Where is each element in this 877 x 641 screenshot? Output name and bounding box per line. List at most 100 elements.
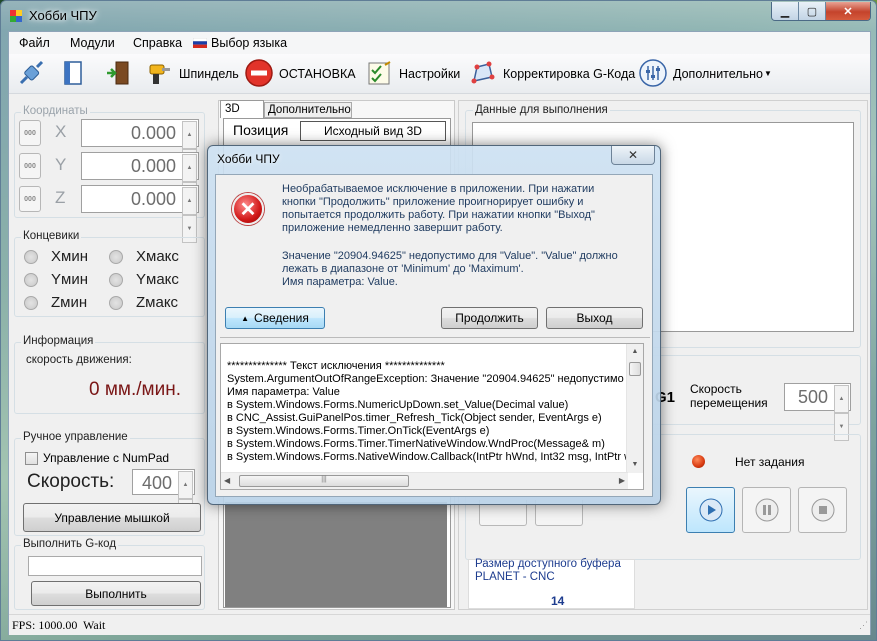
details-line: в System.Windows.Forms.Timer.TimerNative… [227, 438, 605, 450]
status-bar: FPS: 1000.00 Wait ⋰ [9, 614, 870, 635]
continue-button[interactable]: Продолжить [441, 307, 538, 329]
manual-speed-label: Скорость: [27, 471, 115, 492]
manual-control-title: Ручное управление [21, 431, 130, 443]
gcode-command-input[interactable] [28, 556, 202, 576]
more-label[interactable]: Дополнительно [673, 67, 763, 81]
manual-speed-value: 400 [141, 473, 172, 493]
spin-up-icon[interactable]: ▲ [182, 154, 197, 182]
limit-ymax-indicator [109, 273, 123, 287]
open-file-icon[interactable] [57, 57, 89, 89]
settings-label[interactable]: Настройки [399, 67, 460, 81]
stop-square-icon [811, 498, 834, 522]
scroll-right-icon[interactable]: ▶ [619, 476, 625, 485]
stop-task-button[interactable] [798, 487, 847, 533]
speed-caption: скорость движения: [26, 354, 132, 366]
stop-label[interactable]: ОСТАНОВКА [279, 67, 356, 81]
fps-label: FPS: 1000.00 [12, 618, 78, 632]
pause-button[interactable] [742, 487, 791, 533]
position-label: Позиция [233, 122, 289, 138]
exception-details-textbox[interactable]: ************** Текст исключения ********… [220, 343, 644, 490]
message-line: приложение немедленно завершит работу. [282, 222, 503, 234]
y-spinner[interactable]: ▲▼ [182, 154, 197, 210]
chevron-down-icon[interactable]: ▼ [764, 69, 772, 78]
play-icon [699, 498, 722, 522]
move-speed-field[interactable]: 500 ▲ ▼ [784, 383, 851, 441]
limit-xmin-indicator [24, 250, 38, 264]
vertical-scrollbar[interactable]: ▲ ▼ [626, 344, 643, 473]
dialog-close-icon[interactable]: ✕ [611, 146, 655, 165]
window-title: Хобби ЧПУ [29, 8, 97, 23]
details-line: System.ArgumentOutOfRangeException: Знач… [227, 373, 634, 385]
menu-help[interactable]: Справка [133, 36, 182, 50]
buffer-value: 14 [551, 594, 565, 608]
execute-button[interactable]: Выполнить [31, 581, 201, 606]
x-coordinate-value: 0.000 [130, 123, 176, 143]
z-coordinate-value: 0.000 [130, 189, 176, 209]
mouse-control-button[interactable]: Управление мышкой [23, 503, 201, 532]
buffer-title: Размер доступного буфера [475, 558, 621, 570]
horizontal-scroll-thumb[interactable]: ||| [239, 475, 409, 487]
manual-speed-spinner[interactable]: ▲▼ [178, 471, 193, 527]
play-button[interactable] [686, 487, 735, 533]
z-coordinate-field[interactable]: 0.000 ▲ ▼ [81, 185, 199, 243]
coordinates-title: Координаты [21, 105, 90, 117]
spin-up-icon[interactable]: ▲ [182, 187, 197, 215]
more-equalizer-icon[interactable] [637, 57, 669, 89]
toolbar: Шпиндель ОСТАНОВКА Настройки Корректиров… [9, 54, 870, 94]
manual-speed-field[interactable]: 400 ▲▼ [132, 469, 195, 527]
minimize-icon[interactable]: ▁ [772, 2, 799, 20]
exit-button[interactable]: Выход [546, 307, 643, 329]
limit-zmin-label: Zмин [51, 294, 88, 311]
zero-y-button[interactable]: 000 [19, 153, 41, 179]
spin-up-icon[interactable]: ▲ [834, 385, 849, 413]
horizontal-scrollbar[interactable]: ◀ ||| ▶ [221, 472, 628, 489]
exception-dialog: Хобби ЧПУ ✕ ✕ Необрабатываемое исключени… [207, 145, 661, 505]
resize-grip-icon[interactable]: ⋰ [859, 620, 868, 631]
dialog-title: Хобби ЧПУ [217, 152, 280, 166]
spin-up-icon[interactable]: ▲ [182, 121, 197, 149]
stop-icon[interactable] [243, 57, 275, 89]
y-coordinate-field[interactable]: 0.000 ▲▼ [81, 152, 199, 210]
scroll-down-icon[interactable]: ▼ [627, 457, 643, 473]
x-spinner[interactable]: ▲▼ [182, 121, 197, 177]
move-speed-caption: Скорость перемещения [690, 382, 768, 410]
message-line: Значение "20904.94625" недопустимо для "… [282, 250, 618, 262]
zero-x-button[interactable]: 000 [19, 120, 41, 146]
x-coordinate-field[interactable]: 0.000 ▲▼ [81, 119, 199, 177]
menu-modules[interactable]: Модули [70, 36, 115, 50]
details-button[interactable]: ▲ Сведения [225, 307, 325, 329]
zero-z-button[interactable]: 000 [19, 186, 41, 212]
move-speed-spinner[interactable]: ▲ ▼ [834, 385, 849, 441]
scroll-left-icon[interactable]: ◀ [224, 476, 230, 485]
info-title: Информация [21, 335, 96, 347]
task-status-led [692, 455, 705, 468]
gcode-correction-icon[interactable] [467, 57, 499, 89]
numpad-checkbox[interactable] [25, 452, 38, 465]
spin-up-icon[interactable]: ▲ [178, 471, 193, 499]
title-bar[interactable]: Хобби ЧПУ ▁ ▢ ✕ [1, 1, 876, 31]
gcode-correction-label[interactable]: Корректировка G-Кода [503, 67, 635, 81]
spindle-drill-icon[interactable] [145, 57, 177, 89]
state-label: Wait [83, 618, 106, 632]
tab-additional[interactable]: Дополнительно [264, 102, 352, 118]
3d-canvas[interactable] [225, 502, 447, 607]
exit-door-icon[interactable] [102, 57, 134, 89]
menu-language[interactable]: Выбор языка [211, 36, 287, 50]
menu-file[interactable]: Файл [19, 36, 50, 50]
spindle-label[interactable]: Шпиндель [179, 67, 239, 81]
scroll-up-icon[interactable]: ▲ [627, 344, 643, 360]
details-line: в CNC_Assist.GuiPanelPos.timer_Refresh_T… [227, 412, 602, 424]
y-coordinate-value: 0.000 [130, 156, 176, 176]
z-spinner[interactable]: ▲ ▼ [182, 187, 197, 243]
settings-checklist-icon[interactable] [363, 57, 395, 89]
reset-view-button[interactable]: Исходный вид 3D [300, 121, 446, 141]
close-icon[interactable]: ✕ [826, 2, 870, 20]
vertical-scroll-thumb[interactable] [629, 362, 641, 376]
message-line: Имя параметра: Value. [282, 276, 398, 288]
numpad-label: Управление с NumPad [43, 451, 170, 465]
message-line: попытается продолжить работу. При нажати… [282, 209, 595, 221]
connect-icon[interactable] [15, 57, 47, 89]
maximize-icon[interactable]: ▢ [799, 2, 826, 20]
limits-title: Концевики [21, 230, 82, 242]
tab-3d[interactable]: 3D [220, 100, 264, 118]
